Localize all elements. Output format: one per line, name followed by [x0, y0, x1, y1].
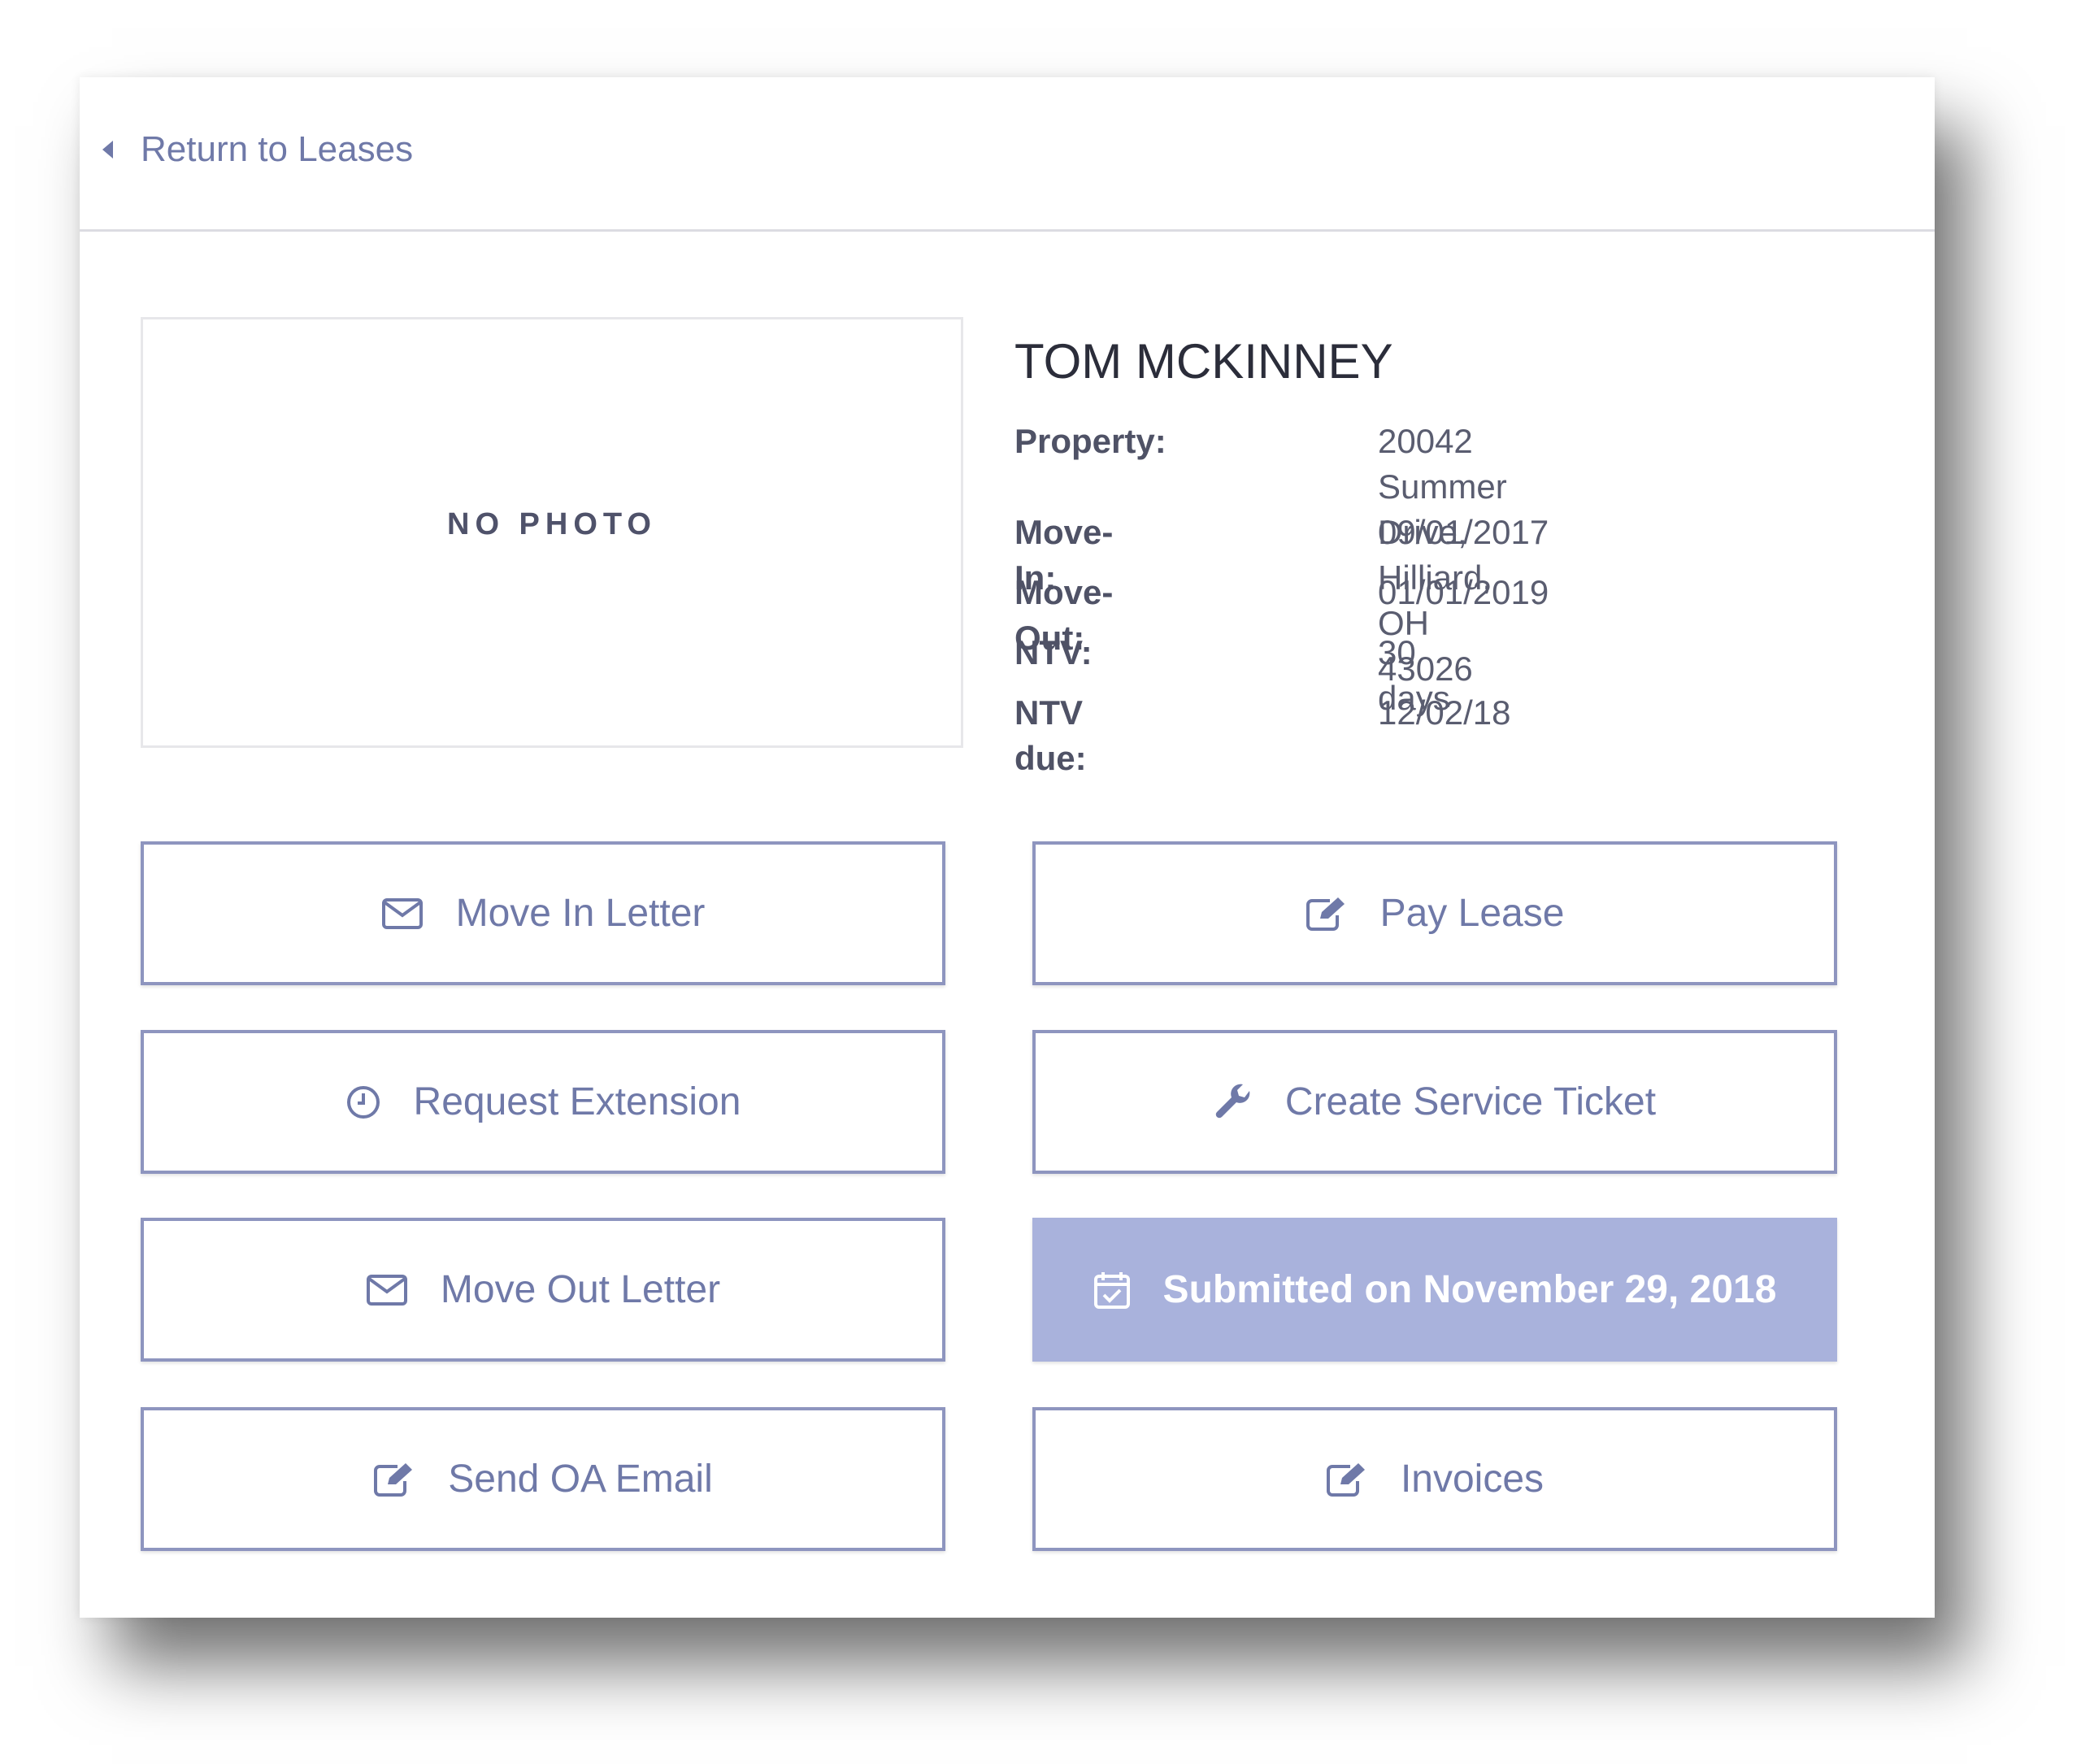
calendar-check-icon	[1093, 1271, 1130, 1309]
property-label: Property:	[1014, 422, 1166, 460]
move-in-letter-button[interactable]: Move In Letter	[141, 841, 945, 985]
move-out-letter-button[interactable]: Move Out Letter	[141, 1218, 945, 1362]
envelope-icon	[381, 897, 423, 929]
move-in-value: 09/01/2017	[1378, 513, 1549, 551]
request-extension-button[interactable]: Request Extension	[141, 1030, 945, 1174]
envelope-icon	[366, 1274, 407, 1306]
move-in-letter-label: Move In Letter	[455, 892, 706, 935]
pay-lease-button[interactable]: Pay Lease	[1032, 841, 1837, 985]
ntv-due-label: NTV due:	[1014, 693, 1087, 777]
return-to-leases-link[interactable]: Return to Leases	[102, 129, 413, 170]
tenant-name: TOM MCKINNEY	[1014, 334, 1393, 389]
create-service-ticket-label: Create Service Ticket	[1284, 1080, 1657, 1123]
edit-icon	[1306, 897, 1345, 931]
lease-detail-card: Return to Leases NO PHOTO TOM MCKINNEY P…	[80, 77, 1935, 1618]
invoices-button[interactable]: Invoices	[1032, 1407, 1837, 1551]
edit-icon	[374, 1462, 413, 1497]
header: Return to Leases	[80, 77, 1935, 232]
wrench-icon	[1215, 1084, 1250, 1118]
pay-lease-label: Pay Lease	[1379, 892, 1565, 935]
return-to-leases-label: Return to Leases	[141, 128, 414, 169]
send-oa-email-label: Send OA Email	[448, 1458, 713, 1501]
submitted-label: Submitted on November 29, 2018	[1162, 1268, 1777, 1311]
invoices-label: Invoices	[1400, 1458, 1544, 1501]
create-service-ticket-button[interactable]: Create Service Ticket	[1032, 1030, 1837, 1174]
send-oa-email-button[interactable]: Send OA Email	[141, 1407, 945, 1551]
tenant-photo-placeholder: NO PHOTO	[141, 317, 963, 748]
ntv-label: NTV:	[1014, 633, 1093, 671]
ntv-due-value: 12/02/18	[1378, 693, 1511, 732]
edit-icon	[1326, 1462, 1365, 1497]
no-photo-label: NO PHOTO	[447, 506, 657, 541]
submitted-status-button: Submitted on November 29, 2018	[1032, 1218, 1837, 1362]
caret-left-icon	[102, 140, 113, 159]
clock-icon	[346, 1085, 380, 1119]
move-out-value: 01/01/2019	[1378, 573, 1549, 611]
request-extension-label: Request Extension	[413, 1080, 741, 1123]
move-out-letter-label: Move Out Letter	[440, 1268, 721, 1311]
